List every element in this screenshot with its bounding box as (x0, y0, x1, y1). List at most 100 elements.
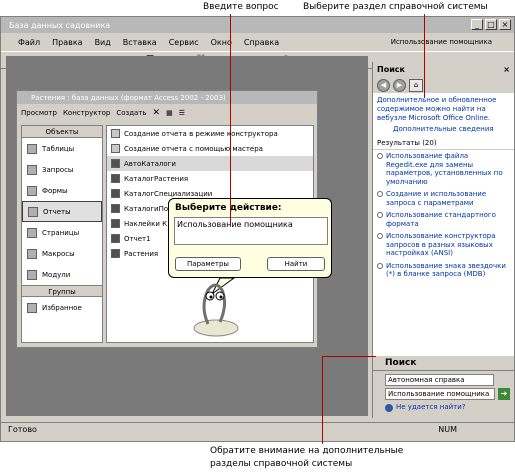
help-topic-icon (377, 153, 383, 159)
object-label: Таблицы (42, 144, 75, 153)
item-label: Растения (124, 249, 159, 258)
folder-icon (27, 302, 37, 313)
results-label: Результаты (20) (373, 137, 514, 150)
annotation-line-question (230, 14, 231, 226)
report-icon (111, 189, 120, 198)
assistant-search-button[interactable]: Найти (267, 257, 325, 271)
maximize-button[interactable]: □ (485, 19, 497, 30)
home-icon[interactable]: ⌂ (409, 78, 423, 92)
assistant-options-button[interactable]: Параметры (175, 257, 241, 271)
list-icon[interactable]: ☰ (179, 109, 185, 117)
report-icon (111, 249, 120, 258)
task-pane-title: Поиск (377, 65, 405, 74)
item-label: АвтоКаталоги (124, 159, 176, 168)
list-item[interactable]: КаталогРастения (107, 171, 313, 186)
search-scope-select[interactable]: Автономная справка (385, 374, 494, 386)
menu-insert[interactable]: Вставка (122, 38, 158, 47)
large-icons-icon[interactable]: ▦ (166, 109, 173, 117)
status-bar: Готово NUM (0, 422, 515, 436)
report-icon (111, 234, 120, 243)
menu-edit[interactable]: Правка (51, 38, 83, 47)
go-arrow-icon[interactable]: ➜ (498, 388, 510, 400)
result-text: Использование стандартного формата (386, 211, 496, 228)
object-forms[interactable]: Формы (22, 180, 102, 201)
list-item[interactable]: Создание отчета в режиме конструктора (107, 126, 313, 141)
search-result[interactable]: Использование знака звездочки (*) в блан… (373, 260, 514, 281)
query-icon (27, 164, 37, 175)
menu-file[interactable]: Файл (17, 38, 41, 47)
db-window-title: Растения : база данных (формат Access 20… (17, 91, 317, 104)
list-item[interactable]: Создание отчета с помощью мастера (107, 141, 313, 156)
office-assistant-clippy[interactable] (190, 276, 242, 338)
menu-view[interactable]: Вид (94, 38, 112, 47)
report-icon (111, 204, 120, 213)
object-pages[interactable]: Страницы (22, 222, 102, 243)
item-label: Создание отчета в режиме конструктора (124, 129, 278, 138)
annotation-additional-sections-1: Обратите внимание на дополнительные (210, 446, 404, 456)
search-section: Поиск Автономная справка Использование п… (372, 356, 514, 418)
item-label: Отчет1 (124, 234, 151, 243)
result-text: Использование конструктора запросов в ра… (386, 232, 496, 257)
forward-icon[interactable]: ▶ (393, 78, 406, 92)
object-label: Макросы (42, 249, 75, 258)
preview-button[interactable]: Просмотр (21, 109, 57, 117)
item-label: Наклейки К… (124, 219, 175, 228)
not-found-link[interactable]: Не удается найти? (396, 403, 466, 412)
minimize-button[interactable]: _ (471, 19, 483, 30)
menu-bar: Файл Правка Вид Вставка Сервис Окно Спра… (1, 34, 514, 50)
report-icon (28, 206, 38, 217)
help-topic-icon (377, 212, 383, 218)
menu-tools[interactable]: Сервис (168, 38, 200, 47)
help-question-box[interactable]: Использование помощника (391, 38, 492, 46)
object-macros[interactable]: Макросы (22, 243, 102, 264)
help-topic-icon (377, 191, 383, 197)
task-pane-nav: ◀ ▶ ⌂ (373, 77, 514, 93)
module-icon (27, 269, 37, 280)
page-icon (27, 227, 37, 238)
objects-header: Объекты (22, 126, 102, 138)
result-text: Создание и использование запроса с парам… (386, 190, 487, 207)
object-queries[interactable]: Запросы (22, 159, 102, 180)
item-label: КаталогСпециализации (124, 189, 213, 198)
report-icon (111, 174, 120, 183)
search-result[interactable]: Создание и использование запроса с парам… (373, 188, 514, 209)
table-icon (27, 143, 37, 154)
back-icon[interactable]: ◀ (377, 78, 390, 92)
object-label: Формы (42, 186, 68, 195)
annotation-line-section (424, 14, 425, 98)
menu-help[interactable]: Справка (243, 38, 280, 47)
item-label: КаталогРастения (124, 174, 189, 183)
annotation-select-help-section: Выберите раздел справочной системы (303, 2, 488, 12)
app-title: База данных садовника (9, 20, 111, 30)
object-modules[interactable]: Модули (22, 264, 102, 285)
group-favorites[interactable]: Избранное (22, 297, 102, 318)
list-item[interactable]: АвтоКаталоги (107, 156, 313, 171)
app-titlebar: База данных садовника _ □ × (1, 17, 514, 33)
close-button[interactable]: × (499, 19, 511, 30)
close-icon[interactable]: × (503, 65, 510, 74)
object-label: Страницы (42, 228, 80, 237)
macro-icon (27, 248, 37, 259)
object-tables[interactable]: Таблицы (22, 138, 102, 159)
create-button[interactable]: Создать (116, 109, 146, 117)
search-result[interactable]: Использование стандартного формата (373, 209, 514, 230)
assistant-query-input[interactable]: Использование помощника (174, 217, 328, 245)
assistant-balloon: Выберите действие: Использование помощни… (168, 198, 332, 278)
search-result[interactable]: Использование файла Regedit.exe для заме… (373, 150, 514, 188)
report-icon (111, 219, 120, 228)
objects-pane: Объекты Таблицы Запросы Формы Отчеты Стр… (21, 125, 103, 343)
delete-icon[interactable]: ✕ (153, 108, 161, 118)
object-label: Запросы (42, 165, 74, 174)
help-icon (385, 403, 393, 412)
object-reports[interactable]: Отчеты (22, 201, 102, 222)
more-info-link[interactable]: Дополнительные сведения (377, 125, 510, 134)
search-result[interactable]: Использование конструктора запросов в ра… (373, 230, 514, 260)
group-label: Избранное (42, 303, 82, 312)
assistant-prompt: Выберите действие: (175, 203, 282, 213)
status-text: Готово (8, 425, 37, 434)
online-content-link[interactable]: Дополнительное и обновленное содержимое … (377, 96, 510, 123)
designer-button[interactable]: Конструктор (63, 109, 110, 117)
result-text: Использование знака звездочки (*) в блан… (386, 261, 506, 279)
annotation-line-additional-v (322, 356, 323, 444)
search-text-input[interactable]: Использование помощника (385, 388, 495, 400)
